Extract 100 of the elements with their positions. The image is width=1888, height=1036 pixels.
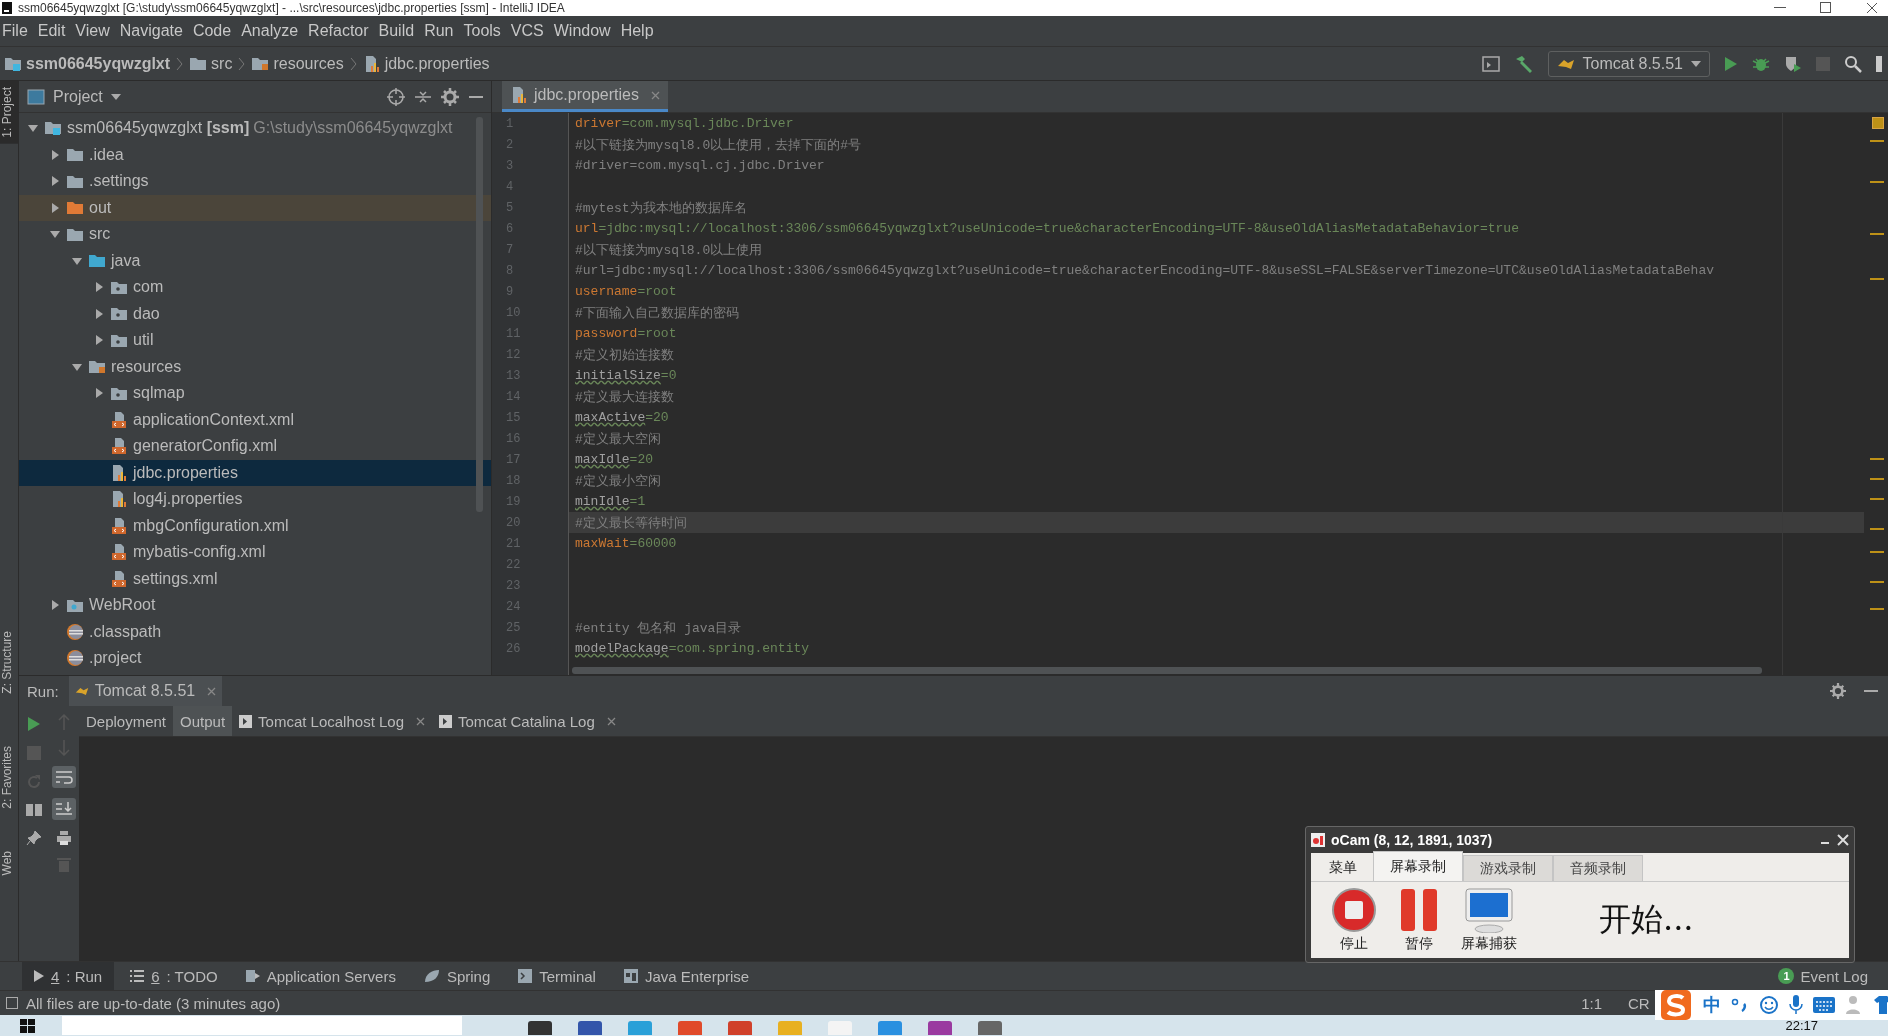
tree-item[interactable]: dao (19, 300, 491, 327)
search-field[interactable] (62, 1016, 462, 1035)
tree-item[interactable]: ssm06645yqwzglxt [ssm] G:\study\ssm06645yqwzglxt (19, 115, 491, 142)
tree-item[interactable]: resources (19, 353, 491, 380)
menu-item[interactable]: Refactor (306, 22, 377, 40)
shirt-icon[interactable] (1873, 995, 1888, 1015)
tree-item[interactable]: mbgConfiguration.xml (19, 512, 491, 539)
soft-wrap-icon[interactable] (52, 766, 76, 788)
console-tab[interactable]: Tomcat Localhost Log (232, 706, 432, 736)
pin-icon[interactable] (26, 830, 42, 846)
tab[interactable]: 游戏录制 (1463, 855, 1553, 881)
expand-arrow-icon[interactable] (93, 307, 105, 320)
panel-icon[interactable] (1876, 55, 1882, 72)
play-icon[interactable] (1724, 55, 1738, 72)
search-icon[interactable] (1844, 54, 1862, 73)
menu-item[interactable]: Window (551, 22, 619, 40)
menu-item[interactable]: Run (422, 22, 462, 40)
side-tab[interactable]: Web (0, 844, 18, 881)
maximize-icon[interactable] (1820, 2, 1832, 14)
tool-window-button[interactable]: Application Servers (233, 962, 408, 990)
console-tab[interactable]: Tomcat Catalina Log (432, 706, 623, 736)
tree-item[interactable]: .idea (19, 141, 491, 168)
scrollbar[interactable] (572, 667, 1762, 674)
tree-item[interactable]: WebRoot (19, 592, 491, 619)
minimize-icon[interactable] (469, 95, 483, 98)
tree-item[interactable]: generatorConfig.xml (19, 433, 491, 460)
side-tab[interactable]: Z: Structure (0, 625, 18, 700)
expand-arrow-icon[interactable] (93, 334, 105, 347)
run-tab[interactable]: Tomcat 8.5.51 (68, 676, 223, 706)
menu-item[interactable]: Help (618, 22, 662, 40)
tree-item[interactable]: out (19, 194, 491, 221)
tool-window-button[interactable]: 6 : TODO (118, 962, 230, 990)
record-control-button[interactable]: 停止 (1331, 887, 1377, 953)
close-icon[interactable] (1866, 2, 1878, 14)
expand-arrow-icon[interactable] (49, 201, 61, 214)
record-control-button[interactable]: 暂停 (1399, 887, 1439, 953)
tree-item[interactable]: util (19, 327, 491, 354)
breadcrumb-item[interactable]: resources (251, 54, 344, 73)
print-icon[interactable] (56, 830, 72, 846)
layout-icon[interactable] (26, 804, 42, 816)
breadcrumb-item[interactable]: ssm06645yqwzglxt (4, 54, 171, 73)
tree-item[interactable]: .classpath (19, 618, 491, 645)
tree-item[interactable]: settings.xml (19, 565, 491, 592)
tree-item[interactable]: log4j.properties (19, 486, 491, 513)
menu-item[interactable]: Navigate (117, 22, 191, 40)
tab[interactable]: 屏幕录制 (1373, 851, 1463, 881)
square-icon[interactable] (6, 997, 18, 1009)
minimize-icon[interactable] (1774, 7, 1786, 9)
editor-tab[interactable]: jdbc.properties (502, 81, 668, 112)
expand-arrow-icon[interactable] (49, 175, 61, 188)
tree-item[interactable]: jdbc.properties (19, 459, 491, 486)
expand-arrow-icon[interactable] (49, 599, 61, 612)
expand-arrow-icon[interactable] (93, 281, 105, 294)
crosshair-icon[interactable] (387, 87, 405, 106)
breadcrumb-item[interactable]: src (189, 54, 233, 73)
event-log-button[interactable]: 1 Event Log (1772, 966, 1888, 986)
console-tab[interactable]: Deployment (79, 706, 174, 736)
expand-arrow-icon[interactable] (49, 148, 61, 161)
project-view-dropdown[interactable]: Project (27, 87, 121, 106)
menu-item[interactable]: Code (190, 22, 240, 40)
tree-item[interactable]: sqlmap (19, 380, 491, 407)
user-icon[interactable] (1845, 995, 1863, 1015)
tree-item[interactable]: src (19, 221, 491, 248)
tree-item[interactable]: mybatis-config.xml (19, 539, 491, 566)
settings-icon[interactable] (1830, 683, 1846, 699)
tree-item[interactable]: .project (19, 645, 491, 672)
menu-item[interactable]: View (73, 22, 118, 40)
tool-window-button[interactable]: Terminal (506, 962, 608, 990)
tree-item[interactable]: com (19, 274, 491, 301)
side-tab[interactable]: 1: Project (0, 81, 18, 144)
menu-item[interactable]: File (0, 22, 36, 40)
settings-icon[interactable] (441, 87, 459, 106)
coverage-icon[interactable] (1784, 54, 1802, 73)
menu-item[interactable]: Build (376, 22, 423, 40)
run-configuration-dropdown[interactable]: Tomcat 8.5.51 (1547, 50, 1710, 77)
caret-position[interactable]: 1:1 (1581, 994, 1620, 1012)
menu-item[interactable]: Tools (461, 22, 509, 40)
console-tab[interactable]: Output (173, 706, 233, 736)
record-control-button[interactable]: 屏幕捕获 (1461, 887, 1517, 953)
microphone-icon[interactable] (1789, 995, 1803, 1015)
tree-item[interactable]: java (19, 247, 491, 274)
breadcrumb-item[interactable]: jdbc.properties (362, 54, 490, 73)
menu-item[interactable]: VCS (508, 22, 552, 40)
play-icon[interactable] (27, 716, 41, 732)
tab[interactable]: 音频录制 (1553, 855, 1643, 881)
tree-item[interactable]: .settings (19, 168, 491, 195)
expand-arrow-icon[interactable] (93, 387, 105, 400)
scroll-to-end-icon[interactable] (52, 798, 76, 820)
menu-item[interactable]: Analyze (239, 22, 307, 40)
scrollbar[interactable] (476, 117, 483, 512)
smiley-icon[interactable] (1759, 995, 1779, 1015)
tool-window-button[interactable]: Java Enterprise (611, 962, 762, 990)
windows-icon[interactable] (20, 1018, 36, 1033)
keyboard-icon[interactable] (1813, 997, 1835, 1013)
input-mode[interactable]: 中 (1703, 993, 1721, 1017)
tree-item[interactable]: applicationContext.xml (19, 406, 491, 433)
tool-window-button[interactable]: 4 : Run (22, 962, 115, 990)
side-tab[interactable]: 2: Favorites (0, 739, 18, 815)
tool-window-button[interactable]: Spring (411, 962, 503, 990)
collapse-all-icon[interactable] (415, 88, 431, 105)
